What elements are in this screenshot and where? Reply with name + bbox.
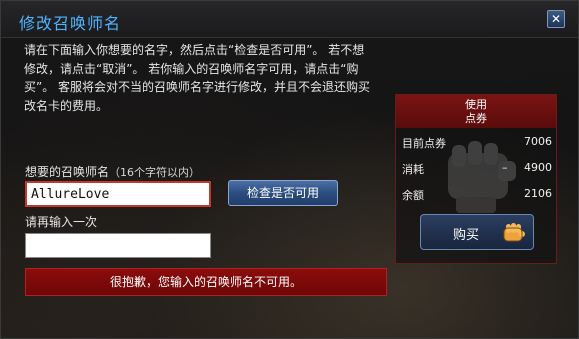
close-icon: ✕: [550, 12, 562, 26]
row-label: 余额: [402, 189, 424, 202]
dialog-title: 修改召唤师名: [19, 14, 122, 33]
title-bar: 修改召唤师名 ✕: [1, 1, 578, 38]
name-field-label: 想要的召唤师名（16个字符以内）: [25, 163, 200, 180]
points-panel: 使用 点券 目前点券 7006 消耗 – 4900 余额 2106 购买: [395, 94, 557, 264]
check-availability-button[interactable]: 检查是否可用: [228, 180, 338, 206]
row-value: 2106: [524, 187, 552, 200]
retype-name-input[interactable]: [25, 233, 211, 258]
name-label-text: 想要的召唤师名: [25, 165, 110, 179]
buy-button-label: 购买: [453, 228, 480, 243]
panel-header: 使用 点券: [396, 95, 556, 128]
panel-header-line2: 点券: [465, 112, 487, 125]
summoner-name-input[interactable]: AllureLove: [25, 181, 211, 207]
error-message-banner: 很抱歉，您输入的召唤师名不可用。: [25, 268, 387, 296]
retype-field-label: 请再输入一次: [25, 215, 98, 229]
instructions-text: 请在下面输入你想要的名字，然后点击“检查是否可用”。 若不想修改，请点击“取消”…: [24, 43, 371, 113]
row-sign: –: [502, 161, 508, 174]
buy-button[interactable]: 购买: [420, 214, 534, 250]
rename-summoner-dialog: 修改召唤师名 ✕ 请在下面输入你想要的名字，然后点击“检查是否可用”。 若不想修…: [0, 0, 579, 339]
row-label: 消耗: [402, 163, 424, 176]
name-length-hint: （16个字符以内）: [109, 166, 201, 179]
panel-header-line1: 使用: [465, 98, 487, 111]
close-button[interactable]: ✕: [547, 10, 565, 28]
row-value: 4900: [524, 161, 552, 174]
row-value: 7006: [524, 135, 552, 148]
row-label: 目前点券: [402, 137, 446, 150]
fist-icon: [448, 141, 516, 213]
hand-pointer-icon: [503, 223, 525, 242]
